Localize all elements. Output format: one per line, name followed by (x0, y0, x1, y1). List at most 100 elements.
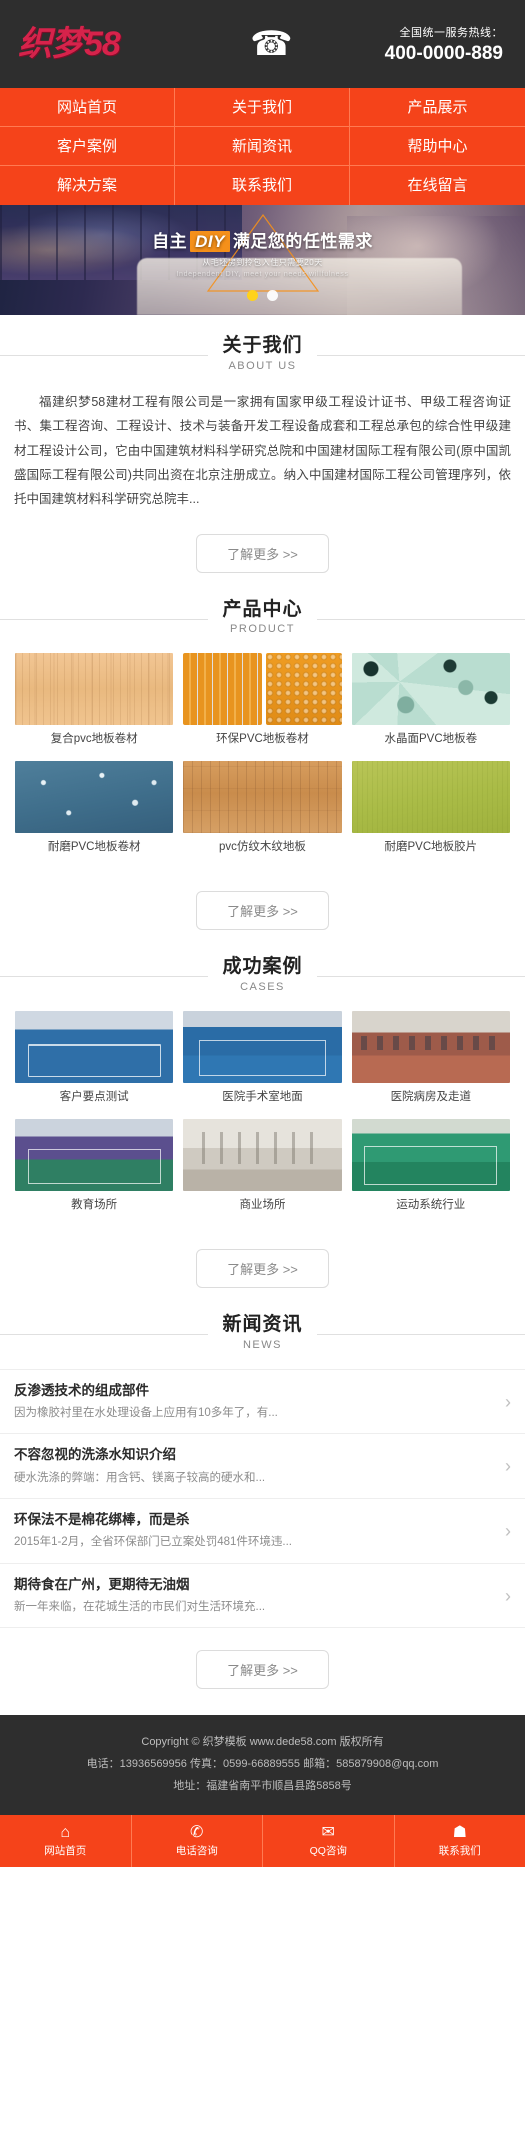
about-title-en: ABOUT US (228, 359, 297, 372)
cases-card-caption: 运动系统行业 (396, 1199, 466, 1212)
banner-dot-1[interactable] (247, 290, 258, 301)
nav-item-help[interactable]: 帮助中心 (349, 127, 525, 166)
main-nav: 网站首页 关于我们 产品展示客户案例 新闻资讯 帮助中心解决方案 联系我们 在线留言 (0, 88, 525, 205)
cases-section: 成功案例 CASES 客户要点测试 医院手术室地面 医院病房及走道 教育场所 商业场所 运… (0, 956, 525, 1315)
news-title-cn: 新闻资讯 (222, 1314, 303, 1336)
news-item-desc: 2015年1-2月，全省环保部门已立案处罚481件环境违... (14, 1536, 292, 1549)
cases-card-image (183, 1119, 342, 1192)
news-item[interactable]: 不容忽视的洗涤水知识介绍硬水洗涤的弊端：用含钙、镁离子较高的硬水和... › (0, 1434, 525, 1500)
nav-item-solutions[interactable]: 解决方案 (0, 166, 175, 205)
telephone-icon: ☎ (250, 25, 293, 63)
product-card[interactable]: 复合pvc地板卷材 (10, 653, 178, 761)
cases-card[interactable]: 客户要点测试 (10, 1011, 178, 1119)
cases-more-wrap: 了解更多 >> (0, 1227, 525, 1314)
news-item-title: 不容忽视的洗涤水知识介绍 (14, 1447, 176, 1463)
cases-card-caption: 医院病房及走道 (390, 1091, 472, 1104)
product-card-image (15, 761, 174, 834)
product-card-caption: 复合pvc地板卷材 (50, 733, 138, 746)
about-section: 关于我们 ABOUT US 福建织梦58建材工程有限公司是一家拥有国家甲级工程设… (0, 315, 525, 599)
hero-banner[interactable]: 自主 DIY 满足您的任性需求 从毛坯房到拎包入住只需要20天 Independen… (0, 205, 525, 315)
cases-card[interactable]: 医院病房及走道 (347, 1011, 515, 1119)
cases-title-cn: 成功案例 (222, 956, 303, 978)
news-item[interactable]: 反渗透技术的组成部件因为橡胶衬里在水处理设备上应用有10多年了，有... › (0, 1370, 525, 1435)
banner-title-pre: 自主 (152, 232, 188, 251)
about-section-heading: 关于我们 ABOUT US (0, 335, 525, 374)
bottom-item-qq[interactable]: ✉ QQ咨询 (263, 1815, 395, 1868)
product-card-caption: pvc仿纹木纹地板 (219, 841, 306, 854)
cases-grid: 客户要点测试 医院手术室地面 医院病房及走道教育场所 商业场所 运动系统行业 (0, 1011, 525, 1227)
news-item[interactable]: 环保法不是棉花绑棒，而是杀 2015年1-2月，全省环保部门已立案处罚481件环境… (0, 1499, 525, 1564)
banner-subtitle-cn: 从毛坯房到拎包入住只需要20天 (202, 257, 323, 267)
product-card-caption: 水晶面PVC地板卷 (384, 733, 478, 746)
footer-copyright: Copyright © 织梦模板 www.dede58.com 版权所有 (141, 1736, 384, 1749)
chevron-right-icon: › (505, 1391, 511, 1412)
nav-item-news[interactable]: 新闻资讯 (174, 127, 350, 166)
cases-more-button[interactable]: 了解更多 >> (196, 1249, 329, 1289)
news-title-en: NEWS (242, 1338, 282, 1351)
product-card[interactable]: 耐磨PVC地板胶片 (347, 761, 515, 869)
bottom-item-home[interactable]: ⌂ 网站首页 (0, 1815, 132, 1868)
news-item-body: 环保法不是棉花绑棒，而是杀 2015年1-2月，全省环保部门已立案处罚481件环境… (14, 1510, 495, 1552)
hotline-block: 全国统一服务热线： 400-0000-889 (385, 24, 507, 65)
nav-item-home[interactable]: 网站首页 (0, 88, 175, 127)
product-card[interactable]: 环保PVC地板卷材 (178, 653, 346, 761)
about-more-button[interactable]: 了解更多 >> (196, 533, 329, 573)
banner-dot-2[interactable] (267, 290, 278, 301)
footer-contact: 电话：13936569956 传真：0599-66889555 邮箱：58587… (86, 1758, 439, 1771)
nav-item-products[interactable]: 产品展示 (349, 88, 525, 127)
news-item-body: 反渗透技术的组成部件因为橡胶衬里在水处理设备上应用有10多年了，有... (14, 1381, 495, 1423)
product-card[interactable]: 水晶面PVC地板卷 (347, 653, 515, 761)
cases-card-caption: 医院手术室地面 (222, 1091, 303, 1104)
product-card[interactable]: 耐磨PVC地板卷材 (10, 761, 178, 869)
nav-item-contact[interactable]: 联系我们 (175, 166, 350, 205)
bottom-item-contact[interactable]: ☗ 联系我们 (395, 1815, 525, 1867)
product-card-image (351, 653, 510, 726)
news-item-desc: 硬水洗涤的弊端：用含钙、镁离子较高的硬水和... (14, 1471, 266, 1484)
product-card-caption: 环保PVC地板卷材 (216, 733, 309, 746)
cases-card-caption: 商业场所 (239, 1199, 286, 1212)
news-section: 新闻资讯 NEWS 反渗透技术的组成部件因为橡胶衬里在水处理设备上应用有10多年… (0, 1314, 525, 1716)
nav-item-cases[interactable]: 客户案例 (0, 127, 175, 166)
news-item[interactable]: 期待食在广州，更期待无油烟 新一年来临，在花城生活的市民们对生活环境充... › (0, 1564, 525, 1629)
about-more-wrap: 了解更多 >> (0, 512, 525, 599)
product-grid: 复合pvc地板卷材 环保PVC地板卷材 水晶面PVC地板卷耐磨PVC地板卷材 pvc仿… (0, 653, 525, 869)
product-section: 产品中心 PRODUCT 复合pvc地板卷材 环保PVC地板卷材 水晶面PVC地板卷… (0, 598, 525, 957)
cases-card[interactable]: 商业场所 (178, 1119, 346, 1227)
bottom-action-bar: ⌂ 网站首页 ✆ 电话咨询 ✉ QQ咨询 ☗ 联系我们 (0, 1815, 525, 1868)
nav-item-message[interactable]: 在线留言 (350, 166, 525, 205)
about-title-cn: 关于我们 (222, 335, 303, 356)
news-item-desc: 因为橡胶衬里在水处理设备上应用有10多年了，有... (14, 1407, 278, 1420)
banner-diy-badge: DIY (190, 231, 230, 252)
bottom-item-call[interactable]: ✆ 电话咨询 (132, 1815, 263, 1868)
banner-subtitle-en: Independent DIY, meet your needs willful… (176, 270, 349, 278)
product-card[interactable]: pvc仿纹木纹地板 (178, 761, 346, 869)
banner-text-overlay: 自主 DIY 满足您的任性需求 从毛坯房到拎包入住只需要20天 Independen… (0, 231, 525, 278)
cases-card[interactable]: 教育场所 (10, 1119, 178, 1227)
cases-card-image (183, 1011, 342, 1084)
home-icon: ⌂ (60, 1823, 71, 1841)
product-more-wrap: 了解更多 >> (0, 869, 525, 956)
banner-title: 自主 DIY 满足您的任性需求 (0, 231, 525, 252)
banner-dots[interactable] (0, 290, 525, 301)
site-logo[interactable]: 织梦58 (18, 27, 168, 61)
product-card-caption: 耐磨PVC地板卷材 (47, 841, 141, 854)
news-item-body: 不容忽视的洗涤水知识介绍硬水洗涤的弊端：用含钙、镁离子较高的硬水和... (14, 1445, 495, 1487)
cases-card-image (15, 1119, 174, 1192)
product-title-cn: 产品中心 (222, 598, 303, 620)
banner-title-post: 满足您的任性需求 (232, 232, 373, 251)
product-card-image (351, 761, 510, 834)
chevron-right-icon: › (505, 1585, 511, 1606)
news-item-title: 反渗透技术的组成部件 (14, 1382, 149, 1398)
chevron-right-icon: › (505, 1456, 511, 1477)
site-footer: Copyright © 织梦模板 www.dede58.com 版权所有 电话：… (0, 1715, 525, 1816)
news-more-button[interactable]: 了解更多 >> (196, 1650, 329, 1690)
news-section-heading: 新闻资讯 NEWS (0, 1314, 525, 1353)
cases-card[interactable]: 运动系统行业 (347, 1119, 515, 1227)
nav-item-about[interactable]: 关于我们 (174, 88, 350, 127)
cases-card-image (15, 1011, 174, 1084)
product-more-button[interactable]: 了解更多 >> (196, 891, 329, 931)
bottom-item-contact-label: 联系我们 (438, 1844, 481, 1857)
product-title-en: PRODUCT (230, 623, 295, 636)
cases-card[interactable]: 医院手术室地面 (178, 1011, 346, 1119)
hotline-number[interactable]: 400-0000-889 (385, 43, 503, 65)
